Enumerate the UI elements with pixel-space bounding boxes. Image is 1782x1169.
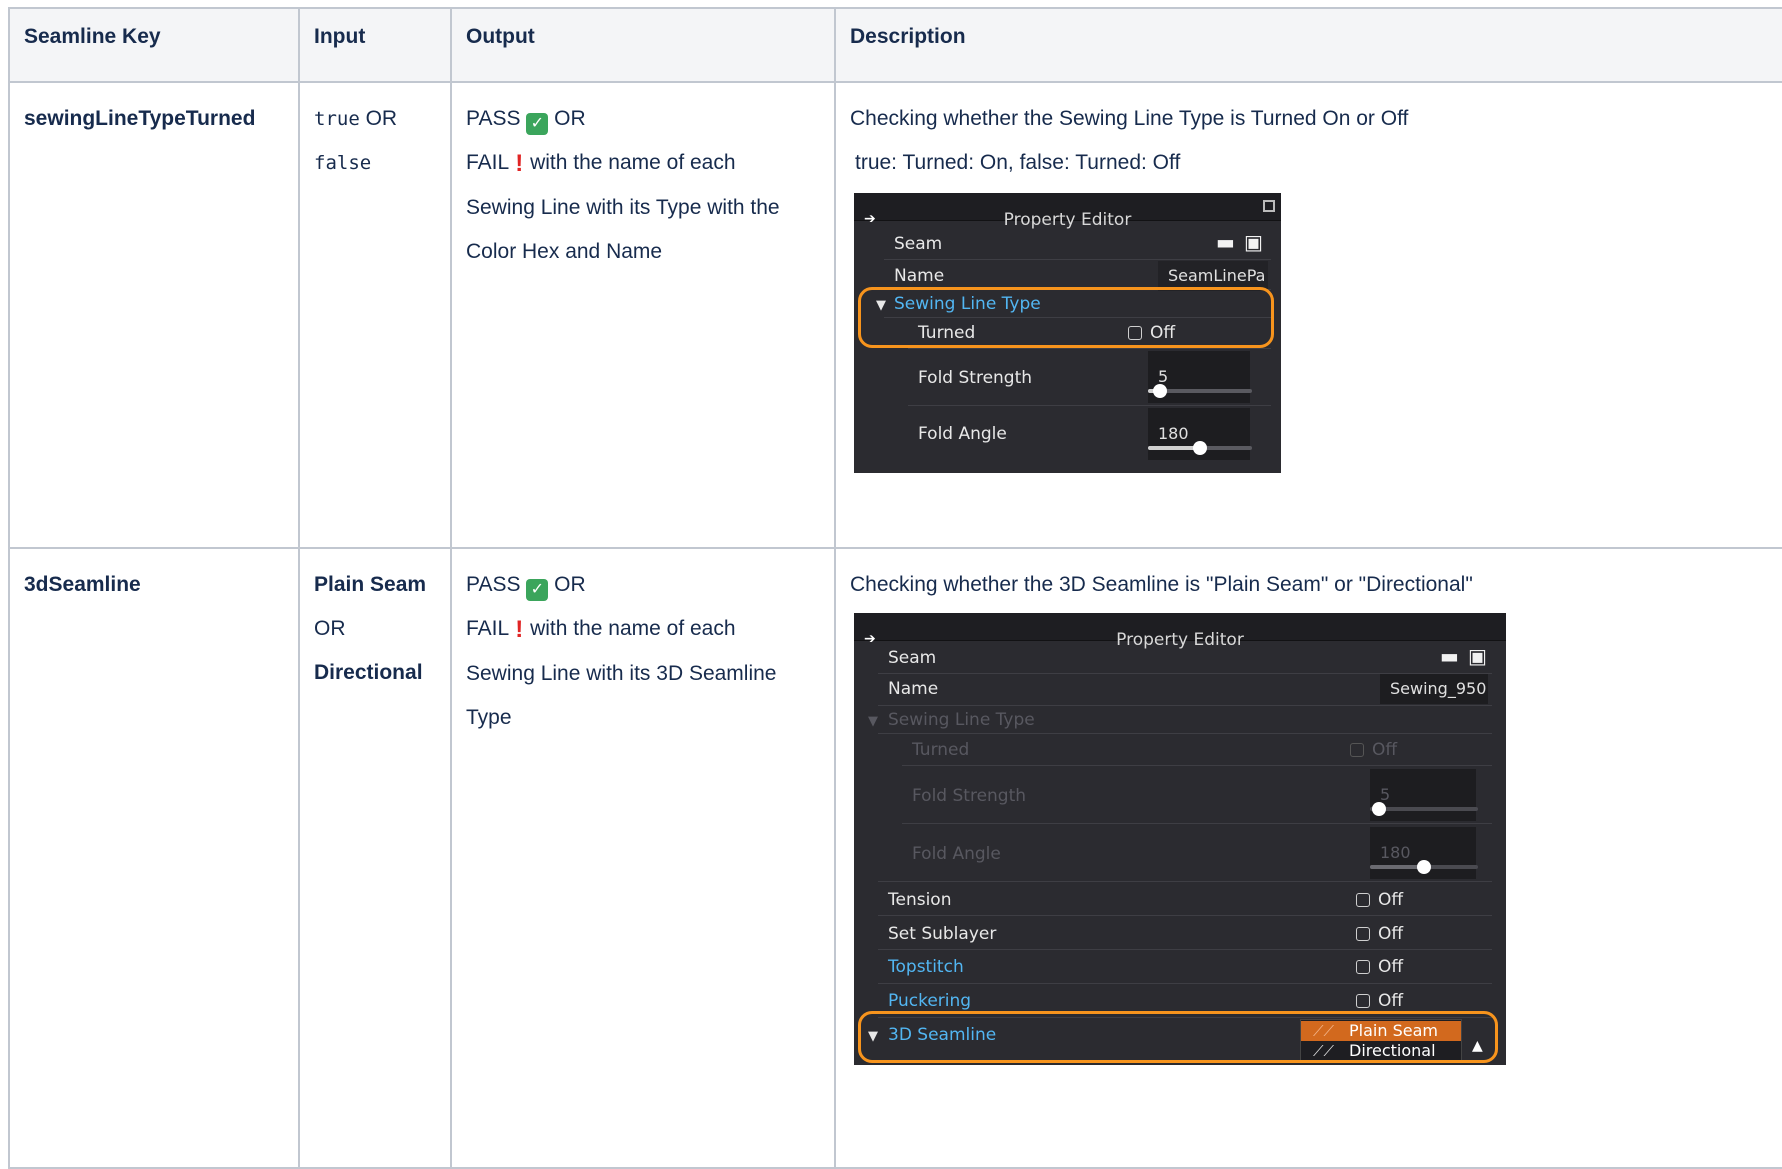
seam-label: Seam [888,648,937,668]
input-cell: true OR false [298,81,452,549]
seam-label: Seam [894,234,943,254]
tension-value: Off [1378,890,1404,910]
exclamation-icon: ! [515,150,524,177]
fold-strength-field: 5 [1370,769,1476,821]
description-line-2: true: Turned: On, false: Turned: Off [855,151,1181,174]
turned-checkbox: Off [1350,739,1397,761]
set-sublayer-label: Set Sublayer [888,924,997,944]
topstitch-checkbox[interactable]: Off [1356,956,1403,978]
checkbox-icon [1356,960,1370,974]
input-or: OR [314,617,346,640]
input-option-1: Plain Seam [314,573,427,596]
puckering-value: Off [1378,991,1404,1011]
description-cell: Checking whether the Sewing Line Type is… [834,81,1782,549]
puckering-checkbox[interactable]: Off [1356,990,1403,1012]
seamline-key-cell: 3dSeamline [8,547,300,1169]
header-output: Output [450,7,836,83]
highlight-box [858,287,1274,348]
puckering-label[interactable]: Puckering [888,990,971,1012]
turned-label: Turned [912,740,970,760]
slider-knob [1417,860,1431,874]
fold-strength-label: Fold Strength [912,786,1027,806]
name-label: Name [888,679,939,699]
triangle-down-icon: ▼ [868,714,878,729]
fold-angle-label: Fold Angle [918,424,1007,444]
fold-angle-slider [1370,860,1478,874]
seamline-keys-table: Seamline Key Input Output Description se… [8,7,1782,1169]
turned-value: Off [1372,740,1398,760]
output-or: OR [548,573,586,596]
save-icon[interactable]: ▣ [1468,645,1487,667]
checkbox-icon [1356,893,1370,907]
topstitch-value: Off [1378,957,1404,977]
output-line-3: Sewing Line with its 3D Seamline [466,662,777,685]
set-sublayer-checkbox[interactable]: Off [1356,923,1403,945]
input-option-2: Directional [314,661,423,684]
output-line-4: Type [466,706,512,729]
output-pass: PASS [466,573,527,596]
checkbox-icon [1356,994,1370,1008]
table-row: 3dSeamline Plain Seam OR Directional PAS… [8,547,1782,1169]
name-field[interactable]: Sewing_950 [1380,674,1488,704]
output-line-3: Sewing Line with its Type with the [466,196,780,219]
output-or: OR [548,107,586,130]
fold-strength-slider [1370,802,1478,816]
tension-checkbox[interactable]: Off [1356,889,1403,911]
property-editor-titlebar: ➔ Property Editor [854,193,1281,230]
save-icon[interactable]: ▣ [1244,231,1263,253]
output-cell: PASS ✓ OR FAIL ! with the name of each S… [450,81,836,549]
input-code-true: true [314,108,360,130]
folder-open-icon[interactable]: ▬ [1440,645,1459,667]
highlight-box [858,1011,1498,1063]
checkbox-icon [1350,743,1364,757]
description-cell: Checking whether the 3D Seamline is "Pla… [834,547,1782,1169]
dock-icon [1263,200,1275,212]
output-fail: FAIL [466,617,515,640]
header-seamline-key: Seamline Key [8,7,300,83]
table-row: sewingLineTypeTurned true OR false PASS … [8,81,1782,549]
output-pass: PASS [466,107,527,130]
check-mark-icon: ✓ [526,113,549,135]
exclamation-icon: ! [515,616,524,643]
checkbox-icon [1356,927,1370,941]
property-editor-screenshot-1: ➔ Property Editor Seam ▬ ▣ Name SeamLine… [854,193,1281,473]
table-header-row: Seamline Key Input Output Description [8,7,1782,83]
input-code-false: false [314,152,372,174]
fold-angle-label: Fold Angle [912,844,1001,864]
sewing-line-type-label: Sewing Line Type [888,710,1035,730]
slider-knob [1371,802,1386,816]
description-line-1: Checking whether the 3D Seamline is "Pla… [850,573,1473,596]
input-or: OR [359,107,398,130]
slider-knob[interactable] [1193,441,1207,455]
fold-strength-slider[interactable] [1148,384,1252,398]
header-description: Description [834,7,1782,83]
topstitch-label[interactable]: Topstitch [888,956,964,978]
output-fail: FAIL [466,151,515,174]
input-cell: Plain Seam OR Directional [298,547,452,1169]
fold-angle-slider[interactable] [1148,441,1252,455]
fold-strength-label: Fold Strength [918,368,1033,388]
header-input: Input [298,7,452,83]
folder-open-icon[interactable]: ▬ [1216,231,1235,253]
output-fail-rest: with the name of each [524,151,736,174]
property-editor-screenshot-2: ➔ Property Editor Seam ▬ ▣ Name Sewing_9… [854,613,1506,1065]
property-editor-title: Property Editor [1116,630,1244,650]
property-editor-titlebar: ➔ Property Editor [854,613,1506,650]
output-cell: PASS ✓ OR FAIL ! with the name of each S… [450,547,836,1169]
output-line-4: Color Hex and Name [466,240,663,263]
check-mark-icon: ✓ [526,579,549,601]
slider-fill [1370,865,1424,869]
name-label: Name [894,266,945,286]
description-line-1: Checking whether the Sewing Line Type is… [850,107,1409,130]
tension-label: Tension [888,890,952,910]
seamline-key-cell: sewingLineTypeTurned [8,81,300,549]
output-fail-rest: with the name of each [524,617,736,640]
set-sublayer-value: Off [1378,924,1404,944]
